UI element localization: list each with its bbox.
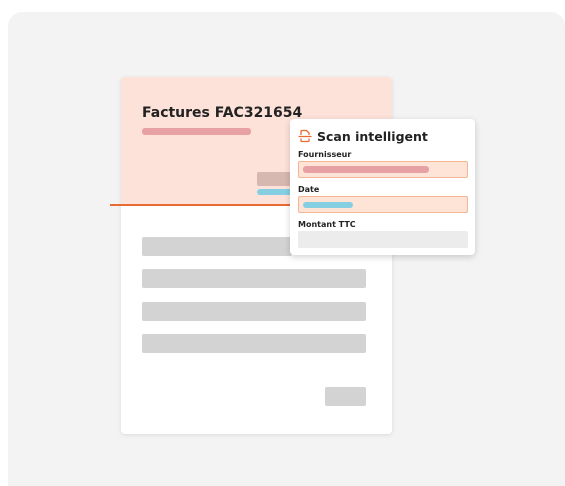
field-label-amount: Montant TTC [298, 220, 356, 229]
field-label-date: Date [298, 185, 320, 194]
document-line-3 [142, 302, 366, 321]
redacted-date-value [303, 202, 353, 208]
document-line-2 [142, 269, 366, 288]
smart-scan-panel: Scan intelligent Fournisseur Date Montan… [290, 119, 475, 255]
document-line-4 [142, 334, 366, 353]
amount-field[interactable] [298, 231, 468, 248]
redacted-supplier-text [142, 128, 251, 135]
panel-title: Scan intelligent [317, 128, 428, 144]
scan-document-icon [298, 129, 312, 143]
invoice-title: Factures FAC321654 [142, 105, 303, 121]
document-line-1 [142, 237, 292, 256]
supplier-field[interactable] [298, 161, 468, 178]
field-label-supplier: Fournisseur [298, 150, 352, 159]
redacted-supplier-value [303, 166, 429, 173]
date-field[interactable] [298, 196, 468, 213]
document-total-chip [325, 387, 366, 406]
panel-header: Scan intelligent [298, 127, 428, 145]
